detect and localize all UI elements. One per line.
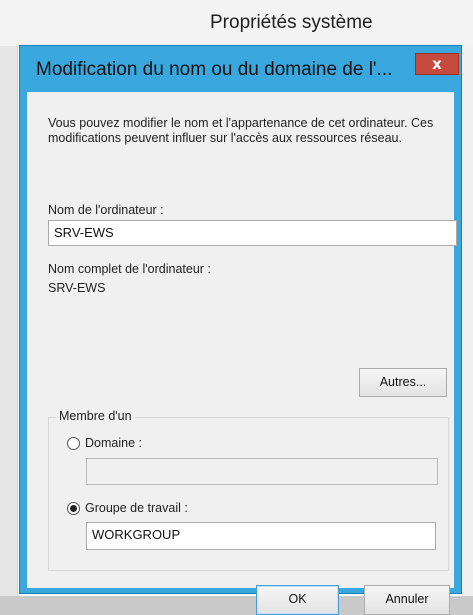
- dialog-titlebar[interactable]: Modification du nom ou du domaine de l'.…: [20, 46, 461, 92]
- member-of-groupbox: Membre d'un Domaine : Groupe de travail …: [48, 409, 449, 571]
- domain-label[interactable]: Domaine :: [85, 436, 142, 450]
- full-computer-name-label: Nom complet de l'ordinateur :: [48, 262, 211, 276]
- dialog-title: Modification du nom ou du domaine de l'.…: [36, 59, 393, 80]
- workgroup-label[interactable]: Groupe de travail :: [85, 501, 188, 515]
- parent-window-title: Propriétés système: [210, 12, 373, 33]
- parent-window-right-edge: [462, 46, 473, 596]
- parent-window-left-edge: [0, 46, 18, 596]
- dialog-client-area: Vous pouvez modifier le nom et l'apparte…: [27, 92, 457, 615]
- more-button[interactable]: Autres...: [359, 368, 447, 397]
- workgroup-radio[interactable]: [67, 502, 80, 515]
- close-icon: x: [432, 55, 442, 73]
- cancel-button[interactable]: Annuler: [364, 585, 450, 615]
- computer-name-dialog: Modification du nom ou du domaine de l'.…: [19, 45, 462, 615]
- computer-name-label: Nom de l'ordinateur :: [48, 203, 164, 217]
- workgroup-input[interactable]: WORKGROUP: [86, 522, 436, 550]
- domain-input: [86, 458, 438, 485]
- dialog-description: Vous pouvez modifier le nom et l'apparte…: [48, 116, 434, 145]
- computer-name-input[interactable]: SRV-EWS: [48, 220, 457, 246]
- domain-radio[interactable]: [67, 437, 80, 450]
- close-button[interactable]: x: [415, 53, 459, 75]
- ok-button[interactable]: OK: [256, 585, 339, 615]
- full-computer-name-value: SRV-EWS: [48, 281, 106, 295]
- parent-titlebar[interactable]: Propriétés système: [0, 0, 473, 46]
- member-of-legend: Membre d'un: [56, 409, 135, 423]
- radio-selected-dot: [70, 505, 77, 512]
